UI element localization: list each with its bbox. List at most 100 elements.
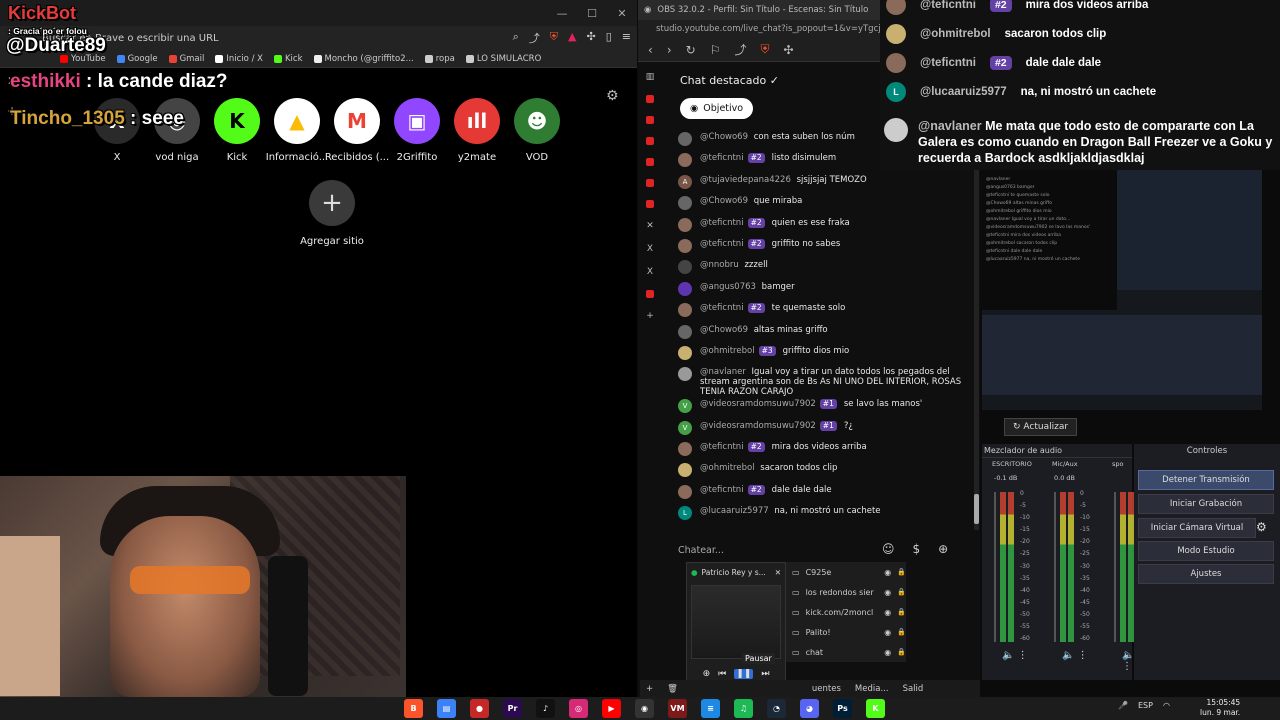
pause-icon[interactable]: ❚❚ [734, 669, 754, 679]
sidebar-panel-icon[interactable]: ▥ [646, 72, 655, 82]
bookmark-item[interactable]: LO SIMULACRO [465, 54, 541, 64]
volume-icon[interactable]: 🔈 ⋮ [1122, 650, 1134, 672]
lock-icon[interactable]: 🔒 [897, 608, 906, 616]
lock-icon[interactable]: 🔒 [897, 628, 906, 636]
settings-gear-icon[interactable]: ⚙ [606, 88, 619, 104]
chat-username[interactable]: @teficntni [700, 303, 744, 313]
chat-username[interactable]: @teficntni [700, 485, 744, 495]
chat-message[interactable]: @navlaner Igual voy a tirar un dato todo… [678, 365, 974, 397]
maximize-icon[interactable]: ☐ [577, 7, 607, 20]
chat-scrollbar[interactable] [974, 130, 979, 530]
url-input[interactable]: Buscar en Brave o escribir una URL [42, 33, 503, 44]
chat-username[interactable]: @navlaner [700, 367, 746, 377]
top-site-tile[interactable]: ▣ 2Griffito [394, 98, 440, 163]
obs-preview[interactable]: @navlaner @angus0763 bamger @teficntni te … [982, 170, 1262, 410]
x-tab-icon[interactable]: X [647, 244, 653, 254]
chat-username[interactable]: @videosramdomsuwu7902 [700, 421, 816, 431]
premiere-icon[interactable]: Pr [503, 699, 522, 718]
chat-username[interactable]: @teficntni [700, 239, 744, 249]
chat-message[interactable]: @ohmitrebol #3 griffito dios mio [678, 344, 974, 365]
forward-icon[interactable]: › [667, 43, 672, 57]
steam-icon[interactable]: ◔ [767, 699, 786, 718]
chat-username[interactable]: @Chowo69 [700, 196, 748, 206]
visibility-icon[interactable]: ◉ [884, 648, 891, 657]
next-icon[interactable]: ⏭ [761, 669, 769, 679]
add-icon[interactable]: ⊕ [938, 542, 948, 556]
brave-icon[interactable]: B [404, 699, 423, 718]
chat-message[interactable]: A @tujaviedepana4226 sjsjjsjaj TEMOZO [678, 173, 974, 194]
refresh-button[interactable]: ↻ Actualizar [1004, 418, 1078, 436]
add-icon[interactable]: ⊕ [703, 669, 711, 679]
close-icon[interactable]: ✕ [607, 7, 637, 20]
chat-username[interactable]: @ohmitrebol [700, 463, 755, 473]
chat-username[interactable]: @videosramdomsuwu7902 [700, 399, 816, 409]
brave-shield-icon[interactable]: ⛨ [550, 30, 558, 46]
chat-message[interactable]: V @videosramdomsuwu7902 #1 se lavo las mano… [678, 397, 974, 418]
lock-icon[interactable]: 🔒 [897, 568, 906, 576]
clock[interactable]: 15:05:45 lun. 9 mar. [1200, 698, 1240, 718]
source-item[interactable]: ▭ Palito! ◉ 🔒 [786, 622, 906, 642]
chat-message[interactable]: @teficntni #2 quien es ese fraka [678, 216, 974, 237]
volume-fader[interactable] [994, 492, 996, 642]
chat-username[interactable]: @teficntni [700, 218, 744, 228]
emoji-icon[interactable]: ☺ [882, 542, 895, 556]
control-button[interactable]: Modo Estudio [1138, 541, 1274, 561]
x-tab-icon[interactable]: X [647, 267, 653, 277]
dock-tab[interactable]: uentes [812, 684, 841, 694]
add-tab-icon[interactable]: + [646, 311, 654, 321]
bookmark-item[interactable]: Google [116, 54, 158, 64]
chat-message[interactable]: @nnobru zzzell [678, 258, 974, 279]
bookmark-icon[interactable]: ⚐ [710, 43, 721, 57]
language-indicator[interactable]: ESP [1138, 701, 1153, 710]
source-item[interactable]: ▭ chat ◉ 🔒 [786, 642, 906, 662]
add-site-button[interactable]: + Agregar sitio [300, 180, 364, 247]
extensions-icon[interactable]: ✣ [587, 30, 596, 46]
visibility-icon[interactable]: ◉ [884, 588, 891, 597]
menu-icon[interactable]: ≡ [622, 30, 631, 46]
chat-message[interactable]: V @videosramdomsuwu7902 #1 ?¿ [678, 419, 974, 440]
delete-source-icon[interactable]: 🗑 [667, 684, 678, 694]
chat-message[interactable]: @Chowo69 altas minas griffo [678, 323, 974, 344]
top-site-tile[interactable]: ıll y2mate [454, 98, 500, 163]
top-site-tile[interactable]: K Kick [214, 98, 260, 163]
dock-tab[interactable]: Media... [855, 684, 889, 694]
youtube-icon[interactable]: ▶ [602, 699, 621, 718]
youtube-tab-icon[interactable] [646, 137, 654, 145]
obs-icon[interactable]: ◉ [635, 699, 654, 718]
chat-username[interactable]: @ohmitrebol [700, 346, 755, 356]
share-icon[interactable]: ⤴ [529, 30, 540, 46]
volume-icon[interactable]: 🔈 ⋮ [1002, 650, 1028, 661]
top-site-tile[interactable]: ▲ Informació... [266, 98, 328, 163]
chat-username[interactable]: @nnobru [700, 260, 739, 270]
chat-username[interactable]: @Chowo69 [700, 132, 748, 142]
visibility-icon[interactable]: ◉ [884, 568, 891, 577]
chat-header[interactable]: Chat destacado ✓ [680, 74, 779, 87]
chat-message[interactable]: @teficntni #2 te quemaste solo [678, 301, 974, 322]
spotify-icon[interactable]: ♫ [734, 699, 753, 718]
control-button[interactable]: Ajustes [1138, 564, 1274, 584]
back-icon[interactable]: ‹ [648, 43, 653, 57]
voicemeeter-icon[interactable]: VM [668, 699, 687, 718]
bookmark-item[interactable]: Kick [273, 54, 303, 64]
chat-username[interactable]: @tujaviedepana4226 [700, 175, 791, 185]
bookmark-item[interactable]: Moncho (@griffito2... [313, 54, 414, 64]
control-button[interactable]: Iniciar Cámara Virtual [1138, 518, 1256, 538]
volume-fader[interactable] [1054, 492, 1056, 642]
brave-shield-icon[interactable]: ⛨ [760, 42, 769, 57]
dock-tab[interactable]: Salid [903, 684, 924, 694]
photoshop-icon[interactable]: Ps [833, 699, 852, 718]
visibility-icon[interactable]: ◉ [884, 608, 891, 617]
bookmark-item[interactable]: ropa [424, 54, 455, 64]
kick-taskbar-icon[interactable]: K [866, 699, 885, 718]
chat-message[interactable]: @teficntni #2 dale dale dale [678, 483, 974, 504]
chat-username[interactable]: @Chowo69 [700, 325, 748, 335]
lock-icon[interactable]: 🔒 [897, 648, 906, 656]
chat-username[interactable]: @teficntni [700, 153, 744, 163]
sidebar-toggle-icon[interactable]: ▯ [606, 30, 612, 46]
close-icon[interactable]: ✕ [775, 568, 781, 577]
youtube-tab-icon[interactable] [646, 95, 654, 103]
wifi-icon[interactable]: ◠ [1163, 701, 1170, 710]
chat-username[interactable]: @lucaaruiz5977 [700, 506, 769, 516]
chat-message[interactable]: @angus0763 bamger [678, 280, 974, 301]
volume-fader[interactable] [1114, 492, 1116, 642]
